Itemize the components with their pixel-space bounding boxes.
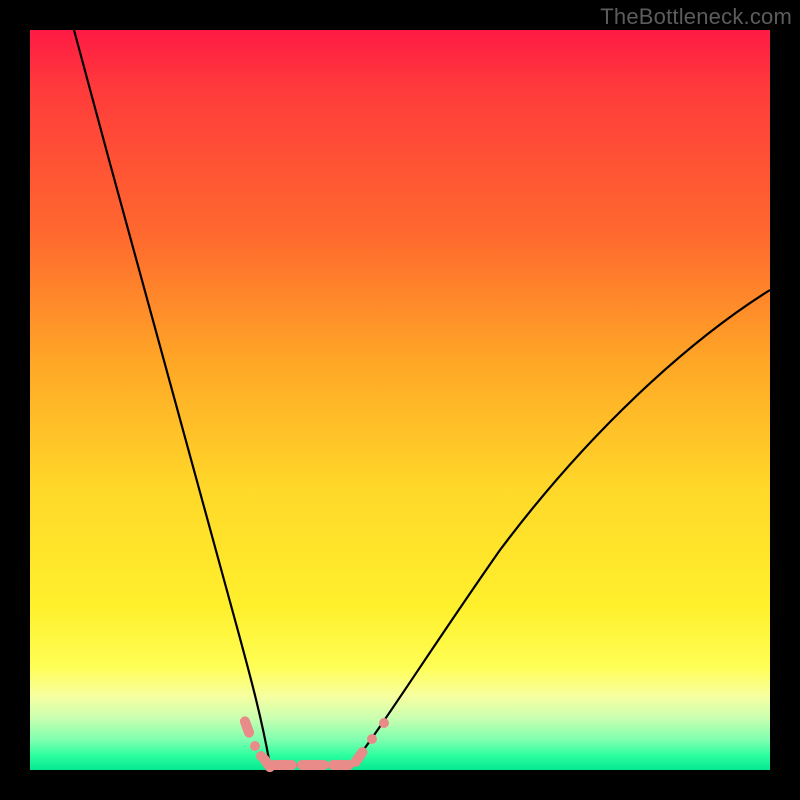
plot-area: [30, 30, 770, 770]
right-curve: [352, 290, 770, 765]
marker-dot: [379, 718, 389, 728]
marker-dot: [250, 741, 260, 751]
watermark-text: TheBottleneck.com: [600, 4, 792, 30]
marker-pill: [269, 760, 297, 770]
marker-pill: [297, 760, 329, 770]
left-curve: [74, 30, 270, 765]
marker-pill: [328, 760, 354, 770]
marker-dot: [367, 734, 377, 744]
curves-svg: [30, 30, 770, 770]
chart-frame: TheBottleneck.com: [0, 0, 800, 800]
flat-bottom-markers: [269, 760, 354, 770]
marker-pill: [239, 715, 256, 739]
